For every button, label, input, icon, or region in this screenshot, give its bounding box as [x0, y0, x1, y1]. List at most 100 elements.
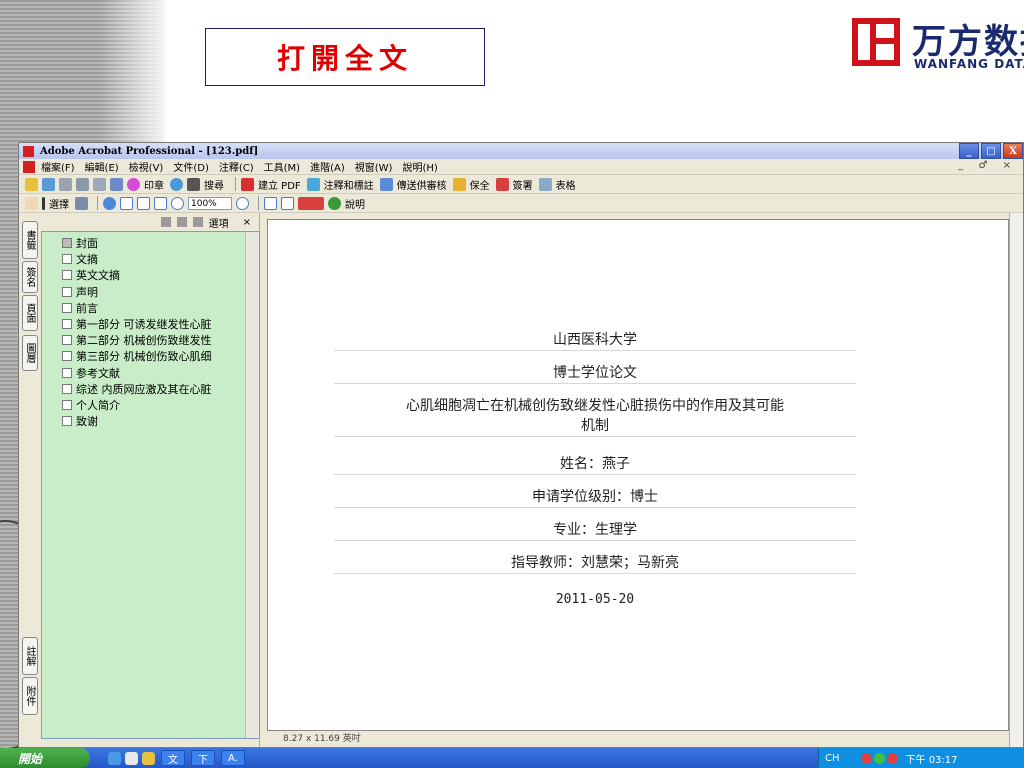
open-icon[interactable] [25, 177, 38, 191]
quick-launch [108, 751, 155, 765]
bookmark-item[interactable]: 第一部分 可诱发继发性心脏 [42, 316, 259, 332]
menu-file[interactable]: 檔案(F) [41, 159, 75, 174]
snapshot-icon[interactable] [75, 196, 88, 210]
acrobat-app-icon [23, 145, 34, 157]
minimize-button[interactable]: _ [959, 143, 979, 159]
zoom-out-icon[interactable] [171, 196, 184, 210]
text-select-icon[interactable] [42, 196, 45, 210]
bookmark-item[interactable]: 前言 [42, 300, 259, 316]
menu-help[interactable]: 說明(H) [402, 159, 437, 174]
fit-width-icon[interactable] [154, 196, 167, 210]
create-icon[interactable] [42, 177, 55, 191]
panel-splitter[interactable] [260, 213, 267, 747]
options-menu-button[interactable]: 選項 [209, 215, 229, 230]
bookmark-item[interactable]: 英文文摘 [42, 267, 259, 283]
review-icon[interactable] [379, 177, 393, 191]
menu-window[interactable]: 視窗(W) [355, 159, 393, 174]
help-icon[interactable] [328, 196, 341, 210]
binoculars-icon[interactable] [187, 177, 200, 191]
rotate-icon[interactable] [264, 196, 277, 210]
tab-bookmarks[interactable]: 書籤 [22, 221, 38, 259]
taskbar-item-doc[interactable]: 文 [161, 750, 185, 766]
bookmark-item[interactable]: 个人简介 [42, 397, 259, 413]
maximize-button[interactable]: □ [981, 143, 1001, 159]
taskbar-item-browser[interactable]: 下 [191, 750, 215, 766]
taskbar-item-acrobat[interactable]: A. [221, 750, 245, 766]
comment-icon[interactable] [306, 177, 320, 191]
tab-comments[interactable]: 註解 [22, 637, 38, 675]
window-titlebar[interactable]: Adobe Acrobat Professional - [123.pdf] _… [19, 143, 1023, 159]
bookmark-item[interactable]: 致谢 [42, 413, 259, 429]
save-icon[interactable] [59, 177, 72, 191]
bookmark-item[interactable]: 声明 [42, 284, 259, 300]
zoom-level-field[interactable]: 100% [188, 196, 232, 210]
menu-tools[interactable]: 工具(M) [264, 159, 300, 174]
bookmark-item[interactable]: 综述 内质网应激及其在心脏 [42, 381, 259, 397]
people-icon[interactable] [873, 752, 885, 764]
bookmark-page-icon [62, 367, 72, 378]
new-bookmark-icon[interactable] [176, 217, 187, 227]
search-button[interactable]: 搜尋 [204, 177, 224, 192]
bookmark-item[interactable]: 第三部分 机械创伤致心肌细 [42, 348, 259, 364]
fit-page-icon[interactable] [137, 196, 150, 210]
comment-markup-button[interactable]: 注釋和標註 [324, 177, 374, 192]
desktop-icon[interactable] [125, 751, 138, 765]
sign-pen-icon[interactable] [495, 177, 509, 191]
tab-pages[interactable]: 頁面 [22, 295, 38, 331]
close-button[interactable]: X [1003, 143, 1023, 159]
document-window-controls[interactable]: _ ♂ × [958, 160, 1017, 171]
delete-bookmark-icon[interactable] [160, 217, 171, 227]
create-pdf-icon[interactable] [241, 177, 254, 191]
bookmark-label: 第三部分 机械创伤致心肌细 [76, 350, 212, 364]
toolbar-separator [97, 196, 98, 210]
secure-button[interactable]: 保全 [470, 177, 490, 192]
sign-button[interactable]: 簽署 [513, 177, 533, 192]
language-indicator[interactable]: CH [825, 753, 840, 764]
ie-icon[interactable] [108, 751, 121, 765]
email-icon[interactable] [93, 177, 106, 191]
web-icon[interactable] [170, 177, 183, 191]
close-panel-icon[interactable]: × [243, 217, 251, 228]
actual-size-icon[interactable] [120, 196, 133, 210]
expand-bookmark-icon[interactable] [192, 217, 203, 227]
edit-pen-icon[interactable] [110, 177, 123, 191]
alert-icon[interactable] [886, 752, 898, 764]
toolbar-separator [235, 177, 236, 191]
bookmark-item[interactable]: 封面 [42, 235, 259, 251]
network-icon[interactable] [848, 753, 859, 764]
tab-layers[interactable]: 圖層 [22, 335, 38, 371]
forms-icon[interactable] [538, 177, 552, 191]
document-scrollbar[interactable] [1009, 213, 1023, 747]
menu-edit[interactable]: 編輯(E) [85, 159, 119, 174]
bookmark-item[interactable]: 第二部分 机械创伤致继发性 [42, 332, 259, 348]
menu-comments[interactable]: 注釋(C) [219, 159, 254, 174]
menu-advanced[interactable]: 進階(A) [310, 159, 345, 174]
stamp-icon[interactable] [127, 177, 140, 191]
bookmarks-scrollbar[interactable] [245, 232, 259, 738]
forms-button[interactable]: 表格 [556, 177, 576, 192]
create-pdf-button[interactable]: 建立 PDF [258, 177, 301, 192]
bookmark-label: 文摘 [76, 253, 98, 267]
page-icon[interactable] [281, 196, 294, 210]
folder-icon[interactable] [142, 751, 155, 765]
menu-document[interactable]: 文件(D) [173, 159, 209, 174]
help-button[interactable]: 說明 [345, 196, 365, 211]
yahoo-search-icon[interactable] [298, 196, 324, 210]
bookmark-item[interactable]: 文摘 [42, 251, 259, 267]
document-icon[interactable] [23, 160, 35, 173]
bookmark-item[interactable]: 参考文献 [42, 365, 259, 381]
select-tool-button[interactable]: 選擇 [49, 196, 69, 211]
lock-icon[interactable] [452, 177, 466, 191]
bookmark-label: 第二部分 机械创伤致继发性 [76, 334, 212, 348]
acrobat-tray-icon[interactable] [860, 752, 872, 764]
stamp-button[interactable]: 印章 [144, 177, 164, 192]
start-button[interactable]: 開始 [0, 748, 90, 768]
tab-attachments[interactable]: 附件 [22, 677, 38, 715]
tab-signatures[interactable]: 簽名 [22, 261, 38, 293]
hand-tool-icon[interactable] [25, 196, 38, 210]
zoom-plus-icon[interactable] [236, 196, 249, 210]
zoom-in-icon[interactable] [103, 196, 116, 210]
send-review-button[interactable]: 傳送供審核 [397, 177, 447, 192]
print-icon[interactable] [76, 177, 89, 191]
menu-view[interactable]: 檢視(V) [129, 159, 164, 174]
